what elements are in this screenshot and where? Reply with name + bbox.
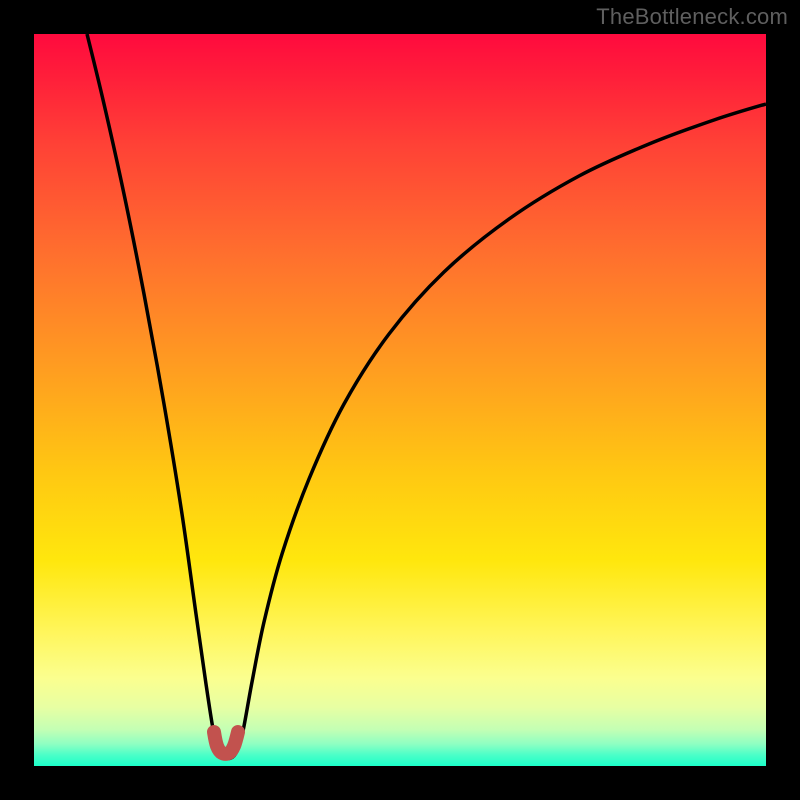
chart-svg <box>34 34 766 766</box>
chart-frame: TheBottleneck.com <box>0 0 800 800</box>
watermark-text: TheBottleneck.com <box>596 4 788 30</box>
chart-plot-area <box>34 34 766 766</box>
bottleneck-marker <box>214 732 238 754</box>
bottleneck-curve <box>87 34 766 758</box>
